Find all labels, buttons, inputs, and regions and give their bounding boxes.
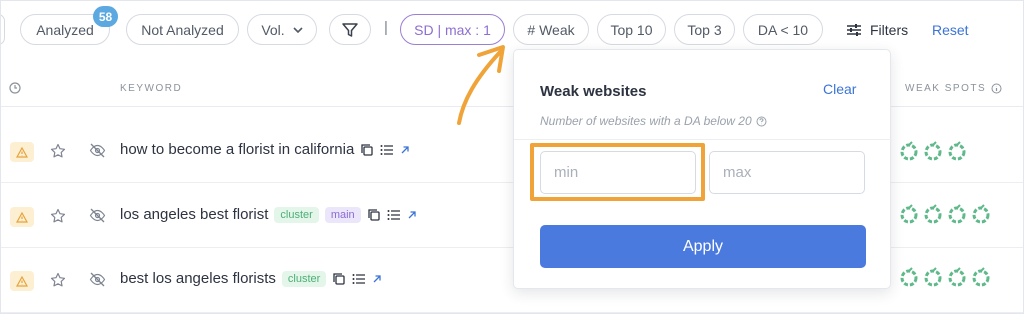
- chevron-down-icon: [293, 26, 303, 33]
- weak-spot-icon: [924, 204, 942, 224]
- list-icon[interactable]: [387, 209, 401, 221]
- popup-divider: [514, 139, 892, 140]
- top10-label: Top 10: [610, 21, 653, 38]
- analyzed-count-badge: 58: [93, 6, 118, 27]
- filters-label: Filters: [870, 21, 909, 38]
- external-link-icon[interactable]: [400, 145, 410, 155]
- da-filter-chip[interactable]: DA < 10: [743, 14, 823, 45]
- filters-button[interactable]: Filters: [846, 14, 908, 45]
- keyword-cell[interactable]: best los angeles florists cluster: [120, 270, 382, 287]
- keyword-cell[interactable]: how to become a florist in california: [120, 141, 410, 158]
- cluster-tag: cluster: [274, 206, 319, 223]
- hide-icon[interactable]: [89, 272, 106, 287]
- apply-button[interactable]: Apply: [540, 225, 866, 268]
- weak-spot-icon: [924, 267, 942, 287]
- popup-subtitle: Number of websites with a DA below 20: [540, 114, 767, 128]
- weak-filter-label: # Weak: [527, 21, 575, 38]
- not-analyzed-filter[interactable]: Not Analyzed: [126, 14, 239, 45]
- weak-spots-cell: [899, 204, 991, 224]
- weak-spot-icon: [900, 141, 918, 161]
- weak-spots-cell: [899, 267, 991, 287]
- da-filter-label: DA < 10: [757, 21, 809, 38]
- keyword-cell[interactable]: los angeles best florist cluster main: [120, 206, 417, 223]
- weak-spot-icon: [948, 204, 966, 224]
- weak-spot-icon: [948, 141, 966, 161]
- keyword-text[interactable]: los angeles best florist: [120, 206, 268, 223]
- list-icon[interactable]: [380, 144, 394, 156]
- warning-icon: [10, 207, 34, 227]
- cluster-tag: cluster: [281, 270, 327, 287]
- weak-spot-icon: [900, 204, 918, 224]
- star-icon[interactable]: [50, 143, 66, 159]
- copy-icon[interactable]: [332, 272, 346, 286]
- keyword-column-header[interactable]: KEYWORD: [120, 83, 182, 94]
- sliders-icon: [847, 23, 861, 36]
- warning-icon: [10, 271, 34, 291]
- info-icon: [991, 83, 1002, 94]
- copy-icon[interactable]: [360, 143, 374, 157]
- partial-filter-pill[interactable]: [1, 14, 5, 45]
- top3-filter[interactable]: Top 3: [674, 14, 735, 45]
- funnel-icon: [342, 22, 358, 37]
- weak-spot-icon: [972, 267, 990, 287]
- popup-title: Weak websites: [540, 83, 647, 100]
- min-input-highlight: [530, 143, 705, 201]
- not-analyzed-label: Not Analyzed: [141, 21, 224, 38]
- external-link-icon[interactable]: [372, 274, 382, 284]
- warning-icon: [10, 142, 34, 162]
- reset-button[interactable]: Reset: [932, 14, 969, 45]
- clock-icon: [9, 82, 21, 94]
- external-link-icon[interactable]: [407, 210, 417, 220]
- hide-icon[interactable]: [89, 143, 106, 158]
- hide-icon[interactable]: [89, 208, 106, 223]
- keyword-text[interactable]: how to become a florist in california: [120, 141, 354, 158]
- annotation-arrow-icon: [457, 45, 505, 125]
- popup-subtitle-text: Number of websites with a DA below 20: [540, 114, 752, 128]
- help-icon[interactable]: [756, 116, 767, 127]
- weak-spot-icon: [972, 204, 990, 224]
- star-icon[interactable]: [50, 272, 66, 288]
- top3-label: Top 3: [687, 21, 722, 38]
- weak-spots-column-header[interactable]: WEAK SPOTS: [905, 83, 1002, 94]
- analyzed-label: Analyzed: [36, 21, 94, 38]
- star-icon[interactable]: [50, 208, 66, 224]
- keyword-text[interactable]: best los angeles florists: [120, 270, 276, 287]
- volume-label: Vol.: [261, 21, 285, 38]
- max-input[interactable]: max: [709, 151, 865, 194]
- weak-spot-icon: [900, 267, 918, 287]
- weak-spots-header-label: WEAK SPOTS: [905, 83, 987, 94]
- sd-filter-label: SD | max : 1: [414, 21, 491, 38]
- weak-spots-cell: [899, 141, 967, 161]
- funnel-filter-button[interactable]: [329, 14, 371, 45]
- weak-websites-popup: Weak websites Clear Number of websites w…: [513, 49, 892, 289]
- main-tag: main: [324, 206, 361, 223]
- copy-icon[interactable]: [367, 208, 381, 222]
- weak-filter-chip[interactable]: # Weak: [513, 14, 589, 45]
- weak-spot-icon: [948, 267, 966, 287]
- weak-spot-icon: [924, 141, 942, 161]
- volume-dropdown[interactable]: Vol.: [247, 14, 317, 45]
- list-icon[interactable]: [352, 273, 366, 285]
- keyword-table-view: Analyzed 58 Not Analyzed Vol. | SD | max…: [0, 0, 1024, 314]
- toolbar-separator: |: [384, 19, 388, 36]
- top10-filter[interactable]: Top 10: [597, 14, 666, 45]
- clear-button[interactable]: Clear: [823, 81, 856, 97]
